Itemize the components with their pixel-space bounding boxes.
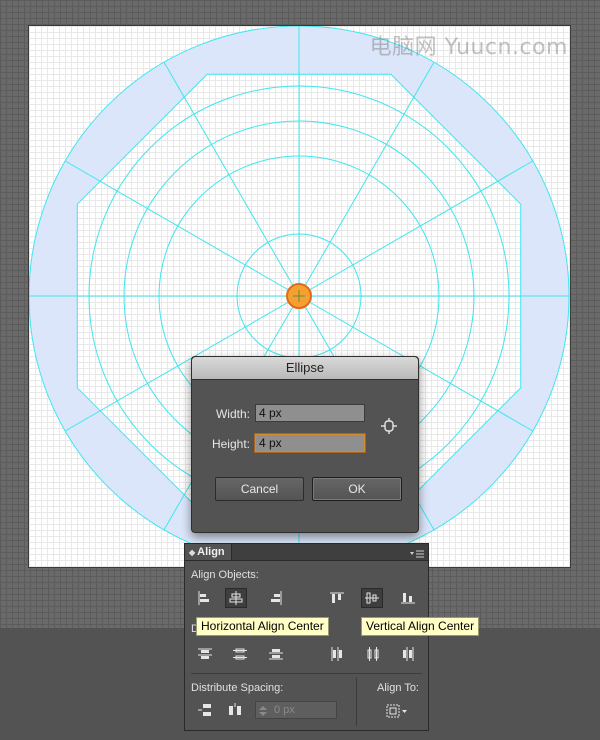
vertical-distribute-bottom-icon — [269, 649, 283, 660]
cancel-button[interactable]: Cancel — [215, 477, 304, 501]
horizontal-distribute-right-icon — [403, 647, 414, 661]
vertical-align-bottom-button[interactable] — [397, 588, 419, 608]
watermark-text: 电脑网 Yuucn.com — [369, 35, 568, 60]
width-label: Width: — [215, 407, 250, 421]
vertical-distribute-space-button[interactable] — [194, 700, 216, 720]
ellipse-dialog: Ellipse Width: Height: Cancel OK — [191, 356, 419, 533]
dialog-title: Ellipse — [192, 357, 418, 380]
tooltip-horizontal-align-center: Horizontal Align Center — [196, 617, 329, 636]
section-divider — [191, 673, 422, 674]
collapse-toggle-icon[interactable]: ◆ — [189, 548, 195, 557]
vertical-distribute-center-button[interactable] — [229, 644, 251, 664]
vertical-align-top-button[interactable] — [326, 588, 348, 608]
vertical-align-center-icon — [365, 592, 379, 604]
vertical-distribute-top-icon — [198, 648, 212, 659]
horizontal-distribute-right-button[interactable] — [397, 644, 419, 664]
height-field[interactable] — [255, 434, 365, 452]
width-field[interactable] — [255, 404, 365, 422]
horizontal-align-left-button[interactable] — [193, 588, 215, 608]
ok-button[interactable]: OK — [312, 477, 402, 501]
horizontal-align-center-button[interactable] — [225, 588, 247, 608]
height-label: Height: — [211, 437, 250, 451]
align-to-label: Align To: — [377, 682, 419, 694]
align-objects-label: Align Objects: — [191, 569, 259, 581]
vertical-distribute-top-button[interactable] — [194, 644, 216, 664]
align-to-selection-icon — [386, 704, 407, 718]
horizontal-align-left-icon — [198, 591, 209, 605]
panel-menu-icon[interactable] — [410, 546, 424, 564]
distribute-spacing-label: Distribute Spacing: — [191, 682, 284, 694]
vertical-distribute-center-icon — [233, 648, 247, 660]
tooltip-vertical-align-center: Vertical Align Center — [361, 617, 480, 636]
horizontal-distribute-center-button[interactable] — [362, 644, 384, 664]
horizontal-distribute-left-button[interactable] — [326, 644, 348, 664]
vertical-align-top-icon — [330, 592, 344, 603]
panel-tab-bar: ◆ Align — [185, 544, 428, 561]
link-chain-icon[interactable] — [380, 418, 398, 439]
horizontal-distribute-center-icon — [367, 647, 379, 661]
horizontal-align-right-icon — [271, 591, 282, 605]
horizontal-align-center-icon — [229, 591, 243, 605]
horizontal-distribute-space-icon — [229, 703, 241, 715]
align-tab-label: Align — [197, 546, 225, 558]
column-divider — [356, 678, 357, 726]
spacing-stepper-icon[interactable] — [258, 704, 268, 722]
horizontal-distribute-left-icon — [331, 647, 342, 661]
horizontal-distribute-space-button[interactable] — [224, 700, 246, 720]
vertical-distribute-space-icon — [198, 704, 211, 716]
align-panel: ◆ Align Align Objects: D Distribute Spac… — [184, 543, 429, 731]
vertical-distribute-bottom-button[interactable] — [265, 644, 287, 664]
align-tab[interactable]: ◆ Align — [185, 544, 232, 560]
align-to-selection-dropdown[interactable] — [384, 701, 410, 721]
horizontal-align-right-button[interactable] — [265, 588, 287, 608]
vertical-align-center-button[interactable] — [361, 588, 383, 608]
vertical-align-bottom-icon — [401, 593, 415, 604]
